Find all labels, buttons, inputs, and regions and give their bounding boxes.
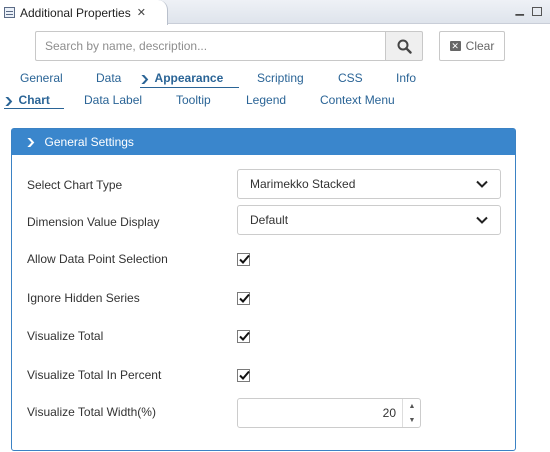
view-tab-title: Additional Properties	[20, 5, 131, 20]
chevron-down-icon: ❯	[25, 136, 37, 147]
search-input[interactable]	[35, 31, 385, 61]
chevron-down-icon	[476, 216, 488, 224]
search-button[interactable]	[385, 31, 423, 61]
chevron-down-icon: ❯	[139, 74, 151, 84]
chart-type-value: Marimekko Stacked	[250, 177, 356, 191]
chevron-down-icon: ❯	[3, 96, 15, 106]
tab-data[interactable]: Data	[96, 71, 121, 85]
tab-appearance[interactable]: ❯ Appearance	[139, 71, 224, 85]
ignore-hidden-series-checkbox[interactable]	[237, 292, 250, 305]
view-tab-bar: Additional Properties ✕ ▁	[0, 0, 550, 25]
visualize-total-label: Visualize Total	[27, 329, 104, 343]
general-settings-panel: ❯ General Settings Select Chart Type Mar…	[11, 128, 516, 451]
tab-scripting[interactable]: Scripting	[257, 71, 304, 85]
tab-general[interactable]: General	[20, 71, 63, 85]
subtab-chart[interactable]: ❯ Chart	[3, 93, 50, 107]
subtab-legend[interactable]: Legend	[246, 93, 286, 107]
close-icon[interactable]: ✕	[137, 6, 146, 19]
clear-x-icon: ✕	[449, 41, 461, 51]
search-icon	[397, 39, 412, 54]
subtab-data-label[interactable]: Data Label	[84, 93, 142, 107]
chart-type-select[interactable]: Marimekko Stacked	[237, 169, 501, 199]
minimize-icon[interactable]: ▁	[516, 3, 524, 16]
panel-title: General Settings	[44, 135, 134, 149]
checkmark-icon	[239, 370, 250, 380]
maximize-icon[interactable]	[532, 7, 542, 16]
visualize-total-width-spinner[interactable]: 20 ▲ ▼	[237, 398, 421, 428]
general-settings-header[interactable]: ❯ General Settings	[12, 129, 515, 155]
subtab-tooltip[interactable]: Tooltip	[176, 93, 211, 107]
tab-appearance-label: Appearance	[154, 71, 224, 85]
subtab-chart-underline	[4, 108, 64, 109]
visualize-total-width-value: 20	[382, 406, 396, 420]
view-tab-additional-properties[interactable]: Additional Properties ✕	[0, 0, 168, 25]
visualize-total-checkbox[interactable]	[237, 330, 250, 343]
subtab-chart-label: Chart	[18, 93, 50, 107]
dimension-value-display-select[interactable]: Default	[237, 205, 501, 235]
dimension-value-display-label: Dimension Value Display	[27, 215, 160, 229]
visualize-total-width-label: Visualize Total Width(%)	[27, 405, 156, 419]
dimension-value-display-value: Default	[250, 213, 289, 227]
tab-appearance-underline	[140, 87, 239, 88]
clear-button[interactable]: ✕ Clear	[439, 31, 505, 61]
spinner-arrows: ▲ ▼	[402, 399, 420, 427]
subtab-context-menu[interactable]: Context Menu	[320, 93, 395, 107]
checkmark-icon	[239, 254, 250, 264]
properties-view-icon	[4, 7, 15, 18]
visualize-total-in-percent-label: Visualize Total In Percent	[27, 368, 162, 382]
chevron-down-icon	[476, 180, 488, 188]
checkmark-icon	[239, 293, 250, 303]
spinner-down-icon[interactable]: ▼	[403, 413, 421, 427]
tab-info[interactable]: Info	[396, 71, 416, 85]
allow-data-point-selection-checkbox[interactable]	[237, 253, 250, 266]
clear-button-label: Clear	[465, 39, 495, 53]
visualize-total-in-percent-checkbox[interactable]	[237, 369, 250, 382]
checkmark-icon	[239, 331, 250, 341]
spinner-up-icon[interactable]: ▲	[403, 399, 421, 413]
ignore-hidden-series-label: Ignore Hidden Series	[27, 291, 140, 305]
select-chart-type-label: Select Chart Type	[27, 178, 123, 192]
tab-css[interactable]: CSS	[338, 71, 363, 85]
allow-data-point-selection-label: Allow Data Point Selection	[27, 252, 168, 266]
